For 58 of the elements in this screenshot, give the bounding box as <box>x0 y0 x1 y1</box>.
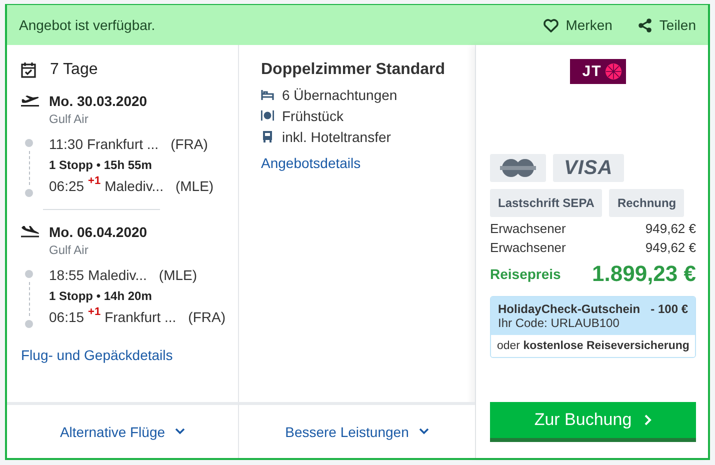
total-price: 1.899,23 € <box>592 261 696 287</box>
day-offset: +1 <box>88 305 101 320</box>
payment-chip: Lastschrift SEPA <box>490 189 602 217</box>
total-label: Reisepreis <box>490 266 561 282</box>
flight-date: Mo. 06.04.2020 <box>49 224 148 240</box>
heart-icon <box>542 18 559 32</box>
arrival-city: Malediv... <box>104 177 164 196</box>
calendar-icon <box>21 62 36 78</box>
visa-logo: VISA <box>553 154 624 182</box>
payment-chip: Rechnung <box>609 189 684 217</box>
share-icon <box>638 18 652 32</box>
stops-duration: 1 Stopp • 15h 55m <box>49 157 153 174</box>
voucher-code: Ihr Code: URLAUB100 <box>498 316 620 330</box>
hotel-feature: 6 Übernachtungen <box>282 86 398 102</box>
details-link[interactable]: Angebotsdetails <box>261 155 361 171</box>
save-button[interactable]: Merken <box>542 17 612 33</box>
traveler-label: Erwachsener <box>490 221 566 236</box>
departure-city: Malediv... <box>88 266 147 285</box>
bed-icon <box>261 90 274 100</box>
traveler-label: Erwachsener <box>490 240 566 255</box>
traveler-price: 949,62 € <box>645 221 696 236</box>
hotel-feature: inkl. Hoteltransfer <box>282 128 391 144</box>
plane-landing-icon <box>21 226 39 238</box>
plane-takeoff-icon <box>21 95 39 107</box>
departure-time: 11:30 <box>49 135 83 154</box>
details-link[interactable]: Flug- und Gepäckdetails <box>21 347 173 363</box>
arrival-time: 06:15 <box>49 308 84 327</box>
share-button[interactable]: Teilen <box>638 17 696 33</box>
airport-code: (MLE) <box>158 266 198 285</box>
departure-city: Frankfurt ... <box>87 135 159 154</box>
availability-status: Angebot ist verfügbar. <box>19 17 156 33</box>
arrival-time: 06:25 <box>49 177 84 196</box>
traveler-price: 949,62 € <box>645 240 696 255</box>
airline-name: Gulf Air <box>49 112 90 126</box>
mastercard-icon <box>490 154 546 182</box>
room-type: Doppelzimmer Standard <box>261 61 446 79</box>
dropdown-button[interactable]: Alternative Flüge <box>56 418 190 446</box>
chevron-right-icon <box>644 414 652 426</box>
logo-text: JT <box>582 63 602 80</box>
hotel-feature: Frühstück <box>282 108 344 124</box>
flight-date: Mo. 30.03.2020 <box>49 93 148 109</box>
arrival-city: Frankfurt ... <box>104 308 176 327</box>
airport-code: (MLE) <box>175 177 214 196</box>
bus-icon <box>262 130 273 143</box>
wheel-icon <box>604 63 622 80</box>
trip-duration: 7 Tage <box>50 61 98 79</box>
dropdown-button[interactable]: Bessere Leistungen <box>281 418 433 446</box>
airport-code: (FRA) <box>170 135 208 154</box>
day-offset: +1 <box>88 174 101 189</box>
airport-code: (FRA) <box>188 308 226 327</box>
departure-time: 18:55 <box>49 266 84 285</box>
chevron-down-icon <box>175 428 186 435</box>
voucher-title: HolidayCheck-Gutschein <box>498 302 640 316</box>
plate-icon <box>261 110 274 121</box>
voucher-discount: - 100 € <box>650 302 688 316</box>
stops-duration: 1 Stopp • 14h 20m <box>49 288 153 305</box>
airline-name: Gulf Air <box>49 243 90 257</box>
chevron-down-icon <box>418 428 429 435</box>
